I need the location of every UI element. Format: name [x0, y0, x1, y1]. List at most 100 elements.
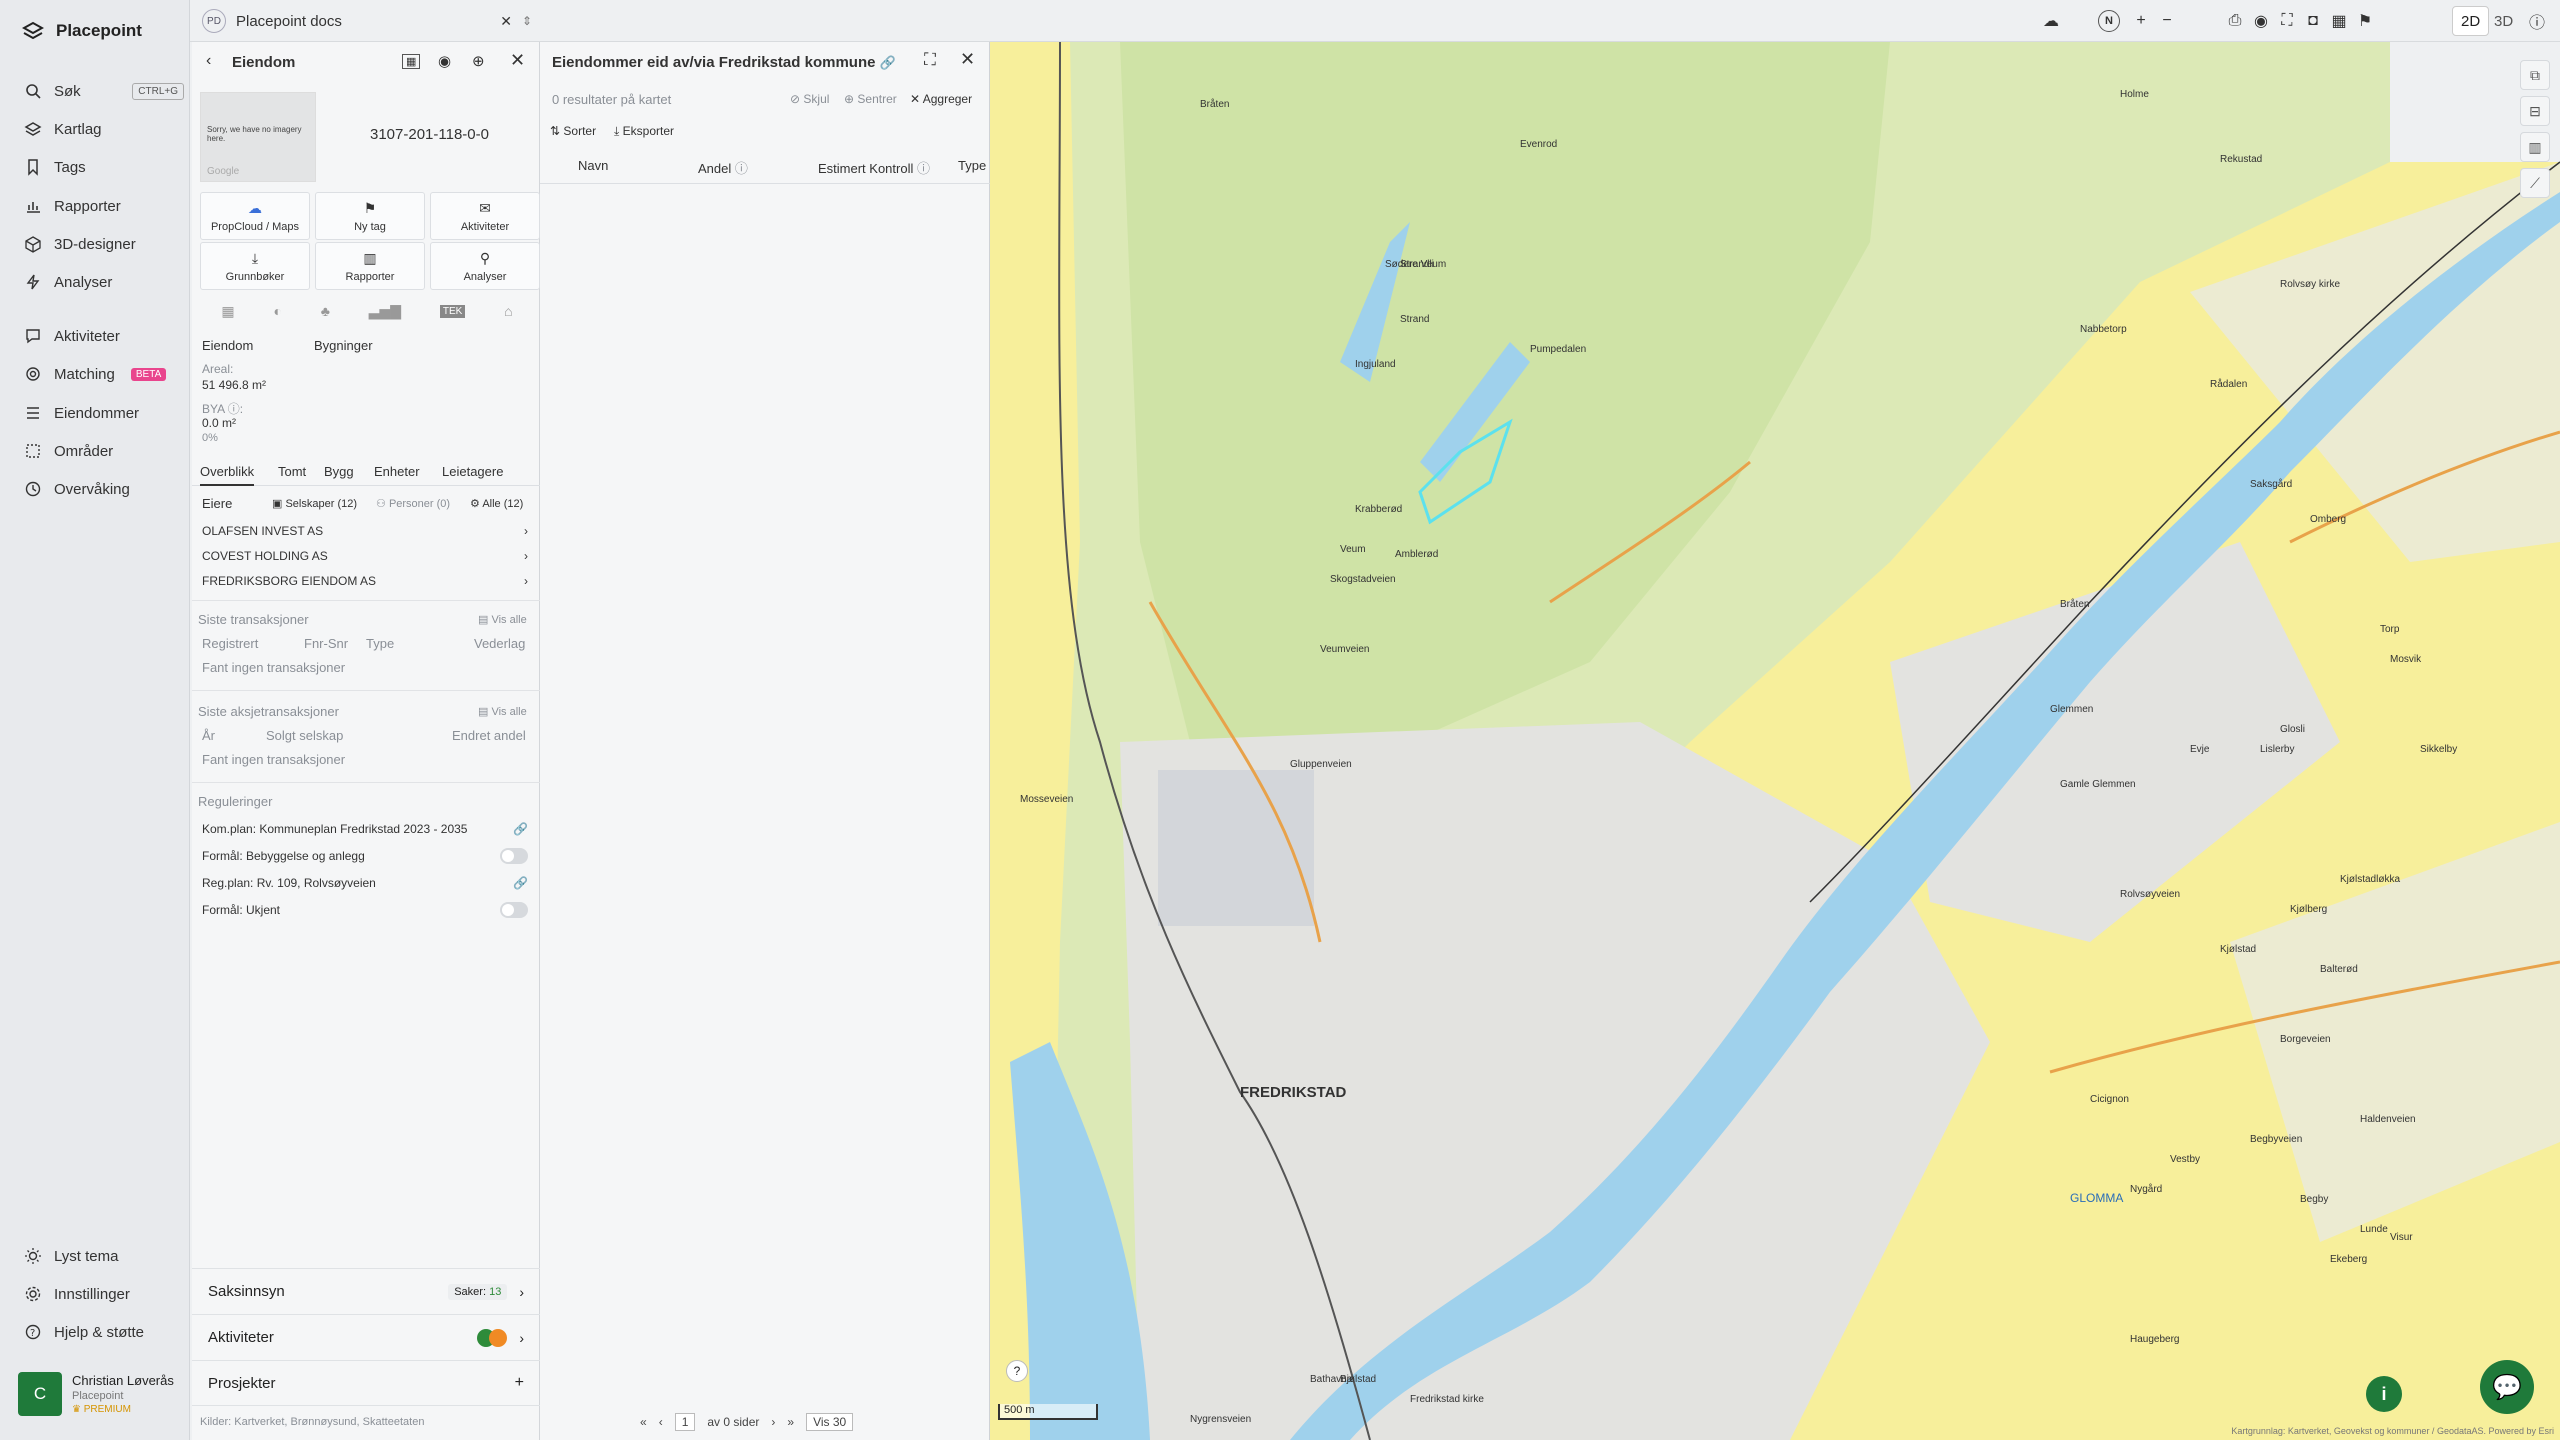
summary-col-eiendom[interactable]: Eiendom [202, 338, 253, 353]
grid-icon[interactable]: ▦ [2328, 10, 2350, 32]
action-report[interactable]: ▥ Rapporter [315, 242, 425, 290]
per-page-select[interactable]: Vis 30 [806, 1413, 854, 1431]
owner-row[interactable]: FREDRIKSBORG EIENDOM AS › [202, 570, 528, 592]
col-control[interactable]: Estimert Kontroll ⓘ [818, 158, 930, 177]
chat-icon[interactable]: 💬 [2480, 1360, 2534, 1414]
map-canvas[interactable]: BråtenEvenrodVeumSødere VeumHolmeRekusta… [990, 42, 2560, 1440]
saksinnsyn-section[interactable]: Saksinnsyn Saker: 13 › [192, 1268, 540, 1314]
eye-icon[interactable]: ◉ [438, 52, 451, 70]
regulation-row[interactable]: Formål: Bebyggelse og anlegg [202, 845, 528, 867]
subtab-3[interactable]: Enheter [374, 464, 420, 479]
house-icon[interactable]: ⌂ [504, 303, 512, 319]
regulation-toggle[interactable] [500, 848, 528, 864]
nature-icon[interactable]: ♣ [321, 303, 330, 319]
owner-row[interactable]: OLAFSEN INVEST AS › [202, 520, 528, 542]
regulation-toggle[interactable] [500, 902, 528, 918]
prev-page-icon[interactable]: ‹ [659, 1415, 663, 1429]
action-download[interactable]: ⤓ Grunnbøker [200, 242, 310, 290]
bars-icon[interactable]: ▃▅▇ [369, 303, 401, 320]
subtab-2[interactable]: Bygg [324, 464, 354, 479]
hide-button[interactable]: ⊘ Skjul [790, 92, 829, 106]
action-propcloud[interactable]: ☁ PropCloud / Maps [200, 192, 310, 240]
col-type[interactable]: Type [958, 158, 986, 173]
eye-icon[interactable]: ◉ [2250, 10, 2272, 32]
nav-item-sun[interactable]: Lyst tema [24, 1241, 184, 1271]
data-icon[interactable]: ▦ [402, 54, 421, 69]
nav-item-target[interactable]: Matching BETA [24, 359, 184, 389]
nav-item-dashed-square[interactable]: Områder [24, 436, 184, 466]
user-profile[interactable]: C Christian Løverås Placepoint ♛ PREMIUM [18, 1372, 174, 1416]
subtab-0[interactable]: Overblikk [200, 464, 255, 486]
nav-item-gear[interactable]: Innstillinger [24, 1279, 184, 1309]
map-measure-tool-icon[interactable]: ⊟ [2520, 96, 2550, 126]
first-page-icon[interactable]: « [640, 1415, 647, 1429]
globe-icon[interactable]: ◐ [273, 303, 281, 319]
zoom-out-icon[interactable]: − [2156, 10, 2178, 32]
mode-3d-button[interactable]: 3D [2486, 6, 2521, 36]
action-activity[interactable]: ✉ Aktiviteter [430, 192, 540, 240]
next-page-icon[interactable]: › [771, 1415, 775, 1429]
nav-item-cube[interactable]: 3D-designer [24, 229, 184, 259]
col-share[interactable]: Andel ⓘ [698, 158, 748, 177]
page-input[interactable]: 1 [674, 1413, 696, 1431]
print-icon[interactable]: ⎙ [2224, 10, 2246, 32]
projects-section[interactable]: Prosjekter + [192, 1360, 540, 1406]
add-icon[interactable]: ⊕ [472, 52, 485, 70]
nav-item-clock[interactable]: Overvåking [24, 474, 184, 504]
tek-badge[interactable]: TEK [439, 304, 466, 318]
back-icon[interactable]: ‹ [206, 52, 211, 70]
brand[interactable]: Placepoint [22, 20, 142, 42]
center-button[interactable]: ⊕ Sentrer [844, 92, 897, 106]
nav-item-list[interactable]: Eiendommer [24, 398, 184, 428]
bookmark-icon[interactable]: ⚑ [2354, 10, 2376, 32]
nav-item-help[interactable]: ? Hjelp & støtte [24, 1317, 184, 1347]
action-tag[interactable]: ⚑ Ny tag [315, 192, 425, 240]
camera-icon[interactable]: ◘ [2302, 10, 2324, 32]
cloud-icon[interactable]: ☁ [2040, 10, 2062, 32]
zoom-in-icon[interactable]: + [2130, 10, 2152, 32]
info-fab-icon[interactable]: i [2366, 1376, 2402, 1412]
owner-row[interactable]: COVEST HOLDING AS › [202, 545, 528, 567]
nav-item-lightning[interactable]: Analyser [24, 267, 184, 297]
subtab-1[interactable]: Tomt [278, 464, 306, 479]
mode-2d-button[interactable]: 2D [2452, 6, 2490, 36]
nav-item-chart[interactable]: Rapporter [24, 191, 184, 221]
info-icon[interactable]: ⓘ [2526, 10, 2548, 32]
show-all-transactions[interactable]: ▤ Vis alle [478, 613, 527, 626]
plus-icon[interactable]: + [515, 1374, 524, 1392]
filter-all[interactable]: ⚙ Alle (12) [470, 497, 523, 510]
map-view[interactable]: Bråten Evenrod Veum Sødere Veum Holme Rekusta… [990, 42, 2560, 1440]
regulation-row[interactable]: Formål: Ukjent [202, 899, 528, 921]
map-help-icon[interactable]: ? [1006, 1360, 1028, 1382]
link-icon[interactable]: 🔗 [513, 822, 528, 836]
subtab-4[interactable]: Leietagere [442, 464, 503, 479]
activities-section[interactable]: Aktiviteter › [192, 1314, 540, 1360]
chevron-updown-icon[interactable]: ⇕ [522, 14, 532, 28]
sort-button[interactable]: ⇅ Sorter [550, 124, 596, 138]
nav-item-bookmark[interactable]: Tags [24, 152, 184, 182]
nav-item-chat[interactable]: Aktiviteter [24, 321, 184, 351]
fullscreen-icon[interactable]: ⛶ [2276, 10, 2298, 32]
layers-small-icon[interactable]: ▦ [221, 303, 234, 320]
map-profile-tool-icon[interactable]: ⟋ [2520, 168, 2550, 198]
last-page-icon[interactable]: » [787, 1415, 794, 1429]
summary-col-bygninger[interactable]: Bygninger [314, 338, 373, 353]
map-layers-tool-icon[interactable]: ⧉ [2520, 60, 2550, 90]
col-name[interactable]: Navn [578, 158, 608, 173]
export-button[interactable]: ⤓ Eksporter [614, 124, 674, 139]
nav-item-search[interactable]: Søk CTRL+G [24, 76, 184, 106]
show-all-share-transactions[interactable]: ▤ Vis alle [478, 705, 527, 718]
link-icon[interactable]: 🔗 [513, 876, 528, 890]
close-list-icon[interactable]: ✕ [960, 49, 975, 70]
map-stats-tool-icon[interactable]: ▥ [2520, 132, 2550, 162]
filter-companies[interactable]: ▣ Selskaper (12) [272, 497, 357, 510]
link-icon[interactable]: 🔗 [880, 55, 896, 70]
regulation-row[interactable]: Reg.plan: Rv. 109, Rolvsøyveien 🔗 [202, 872, 528, 894]
nav-item-layers[interactable]: Kartlag [24, 114, 184, 144]
workspace-tab[interactable]: PD Placepoint docs ✕ ⇕ [202, 6, 532, 36]
close-panel-icon[interactable]: ✕ [510, 50, 525, 71]
regulation-row[interactable]: Kom.plan: Kommuneplan Fredrikstad 2023 -… [202, 818, 528, 840]
compass-icon[interactable]: N [2098, 10, 2120, 32]
filter-persons[interactable]: ⚇ Personer (0) [376, 497, 450, 510]
expand-icon[interactable]: ⛶ [924, 50, 936, 70]
